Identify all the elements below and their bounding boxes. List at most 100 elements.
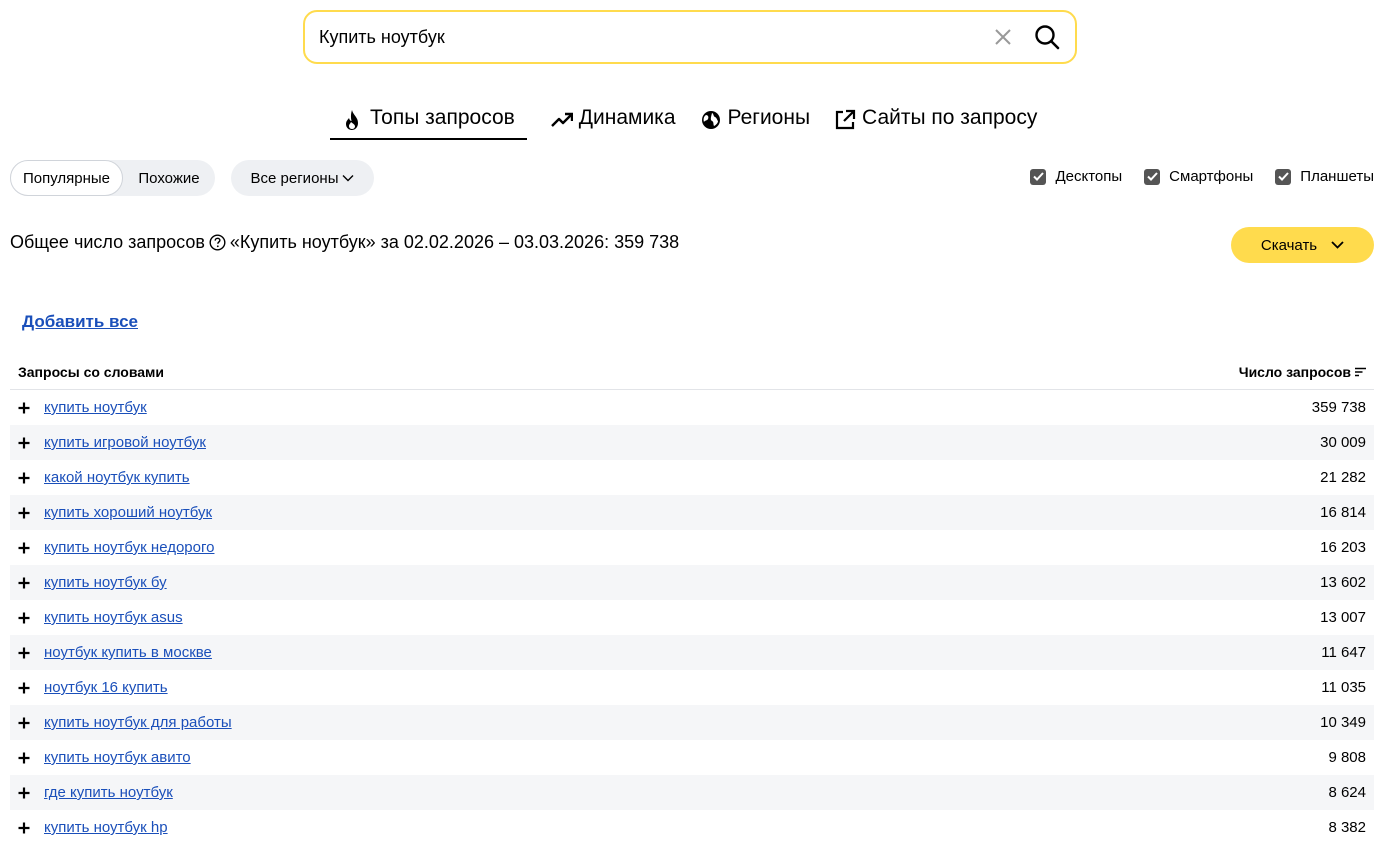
tab-label: Регионы bbox=[727, 106, 811, 129]
add-phrase-icon[interactable] bbox=[18, 612, 36, 624]
device-tablet[interactable]: Планшеты bbox=[1275, 168, 1374, 185]
mode-switch: Популярные Похожие bbox=[10, 160, 215, 196]
check-icon bbox=[1146, 172, 1158, 181]
phrase-count: 16 814 bbox=[1320, 504, 1366, 521]
checkbox[interactable] bbox=[1030, 168, 1047, 185]
add-phrase-icon[interactable] bbox=[18, 787, 36, 799]
add-all-link[interactable]: Добавить все bbox=[22, 312, 138, 332]
total-summary: Общее число запросов «Купить ноутбук» за… bbox=[10, 232, 679, 253]
phrase-count: 16 203 bbox=[1320, 539, 1366, 556]
phrase-count: 8 382 bbox=[1328, 819, 1366, 836]
seg-popular[interactable]: Популярные bbox=[10, 160, 123, 196]
add-phrase-icon[interactable] bbox=[18, 542, 36, 554]
tab-dynamics[interactable]: Динамика bbox=[550, 106, 676, 138]
table-row: ноутбук 16 купить 11 035 bbox=[10, 670, 1374, 705]
table-header: Запросы со словами Число запросов bbox=[10, 355, 1374, 390]
add-phrase-icon[interactable] bbox=[18, 822, 36, 834]
tabs: Топы запросов Динамика Регионы Сайты по … bbox=[330, 106, 1061, 140]
regions-dropdown[interactable]: Все регионы bbox=[231, 160, 374, 196]
add-phrase-icon[interactable] bbox=[18, 752, 36, 764]
table-row: купить ноутбук asus 13 007 bbox=[10, 600, 1374, 635]
regions-label: Все регионы bbox=[250, 169, 339, 187]
table-row: купить ноутбук hp 8 382 bbox=[10, 810, 1374, 845]
phrase-link[interactable]: купить ноутбук asus bbox=[44, 609, 183, 626]
phrase-count: 13 007 bbox=[1320, 609, 1366, 626]
phrase-count: 9 808 bbox=[1328, 749, 1366, 766]
col-phrase-header: Запросы со словами bbox=[18, 364, 165, 380]
external-link-icon bbox=[834, 109, 856, 131]
table-row: какой ноутбук купить 21 282 bbox=[10, 460, 1374, 495]
tab-label: Топы запросов bbox=[370, 106, 515, 129]
phrase-count: 8 624 bbox=[1328, 784, 1366, 801]
phrase-link[interactable]: купить ноутбук для работы bbox=[44, 714, 232, 731]
tab-regions[interactable]: Регионы bbox=[700, 106, 811, 138]
seg-similar[interactable]: Похожие bbox=[123, 160, 215, 196]
col-count-label: Число запросов bbox=[1238, 364, 1351, 380]
phrase-count: 21 282 bbox=[1320, 469, 1366, 486]
queries-table: Запросы со словами Число запросов купить… bbox=[10, 355, 1374, 845]
table-row: купить игровой ноутбук 30 009 bbox=[10, 425, 1374, 460]
add-phrase-icon[interactable] bbox=[18, 647, 36, 659]
tab-label: Сайты по запросу bbox=[862, 106, 1038, 129]
check-icon bbox=[1033, 172, 1044, 181]
phrase-link[interactable]: купить ноутбук hp bbox=[44, 819, 168, 836]
tab-label: Динамика bbox=[578, 106, 676, 129]
table-row: купить ноутбук недорого 16 203 bbox=[10, 530, 1374, 565]
device-label: Смартфоны bbox=[1169, 168, 1254, 185]
tab-top-queries[interactable]: Топы запросов bbox=[330, 106, 527, 140]
phrase-link[interactable]: купить ноутбук bbox=[44, 399, 147, 416]
table-row: купить ноутбук авито 9 808 bbox=[10, 740, 1374, 775]
device-desktop[interactable]: Десктопы bbox=[1030, 168, 1122, 185]
phrase-count: 13 602 bbox=[1320, 574, 1366, 591]
table-row: купить хороший ноутбук 16 814 bbox=[10, 495, 1374, 530]
phrase-count: 359 738 bbox=[1311, 399, 1366, 416]
phrase-count: 10 349 bbox=[1320, 714, 1366, 731]
phrase-link[interactable]: купить ноутбук недорого bbox=[44, 539, 214, 556]
total-text: «Купить ноутбук» за 02.02.2026 – 03.03.2… bbox=[229, 232, 680, 252]
tab-sites[interactable]: Сайты по запросу bbox=[834, 106, 1037, 138]
phrase-link[interactable]: какой ноутбук купить bbox=[44, 469, 190, 486]
fire-icon bbox=[342, 109, 364, 131]
add-phrase-icon[interactable] bbox=[18, 402, 36, 414]
search-box bbox=[303, 10, 1077, 64]
close-icon bbox=[995, 29, 1011, 45]
add-phrase-icon[interactable] bbox=[18, 472, 36, 484]
device-filters: Десктопы Смартфоны Планшеты bbox=[1008, 168, 1374, 185]
table-row: ноутбук купить в москве 11 647 bbox=[10, 635, 1374, 670]
chevron-down-icon bbox=[342, 175, 354, 182]
trend-icon bbox=[550, 109, 573, 131]
table-row: купить ноутбук бу 13 602 bbox=[10, 565, 1374, 600]
add-phrase-icon[interactable] bbox=[18, 717, 36, 729]
phrase-link[interactable]: где купить ноутбук bbox=[44, 784, 173, 801]
download-label: Скачать bbox=[1260, 236, 1318, 254]
add-phrase-icon[interactable] bbox=[18, 682, 36, 694]
col-count-header[interactable]: Число запросов bbox=[1239, 364, 1366, 380]
phrase-count: 30 009 bbox=[1320, 434, 1366, 451]
add-phrase-icon[interactable] bbox=[18, 577, 36, 589]
add-phrase-icon[interactable] bbox=[18, 437, 36, 449]
checkbox[interactable] bbox=[1144, 168, 1161, 185]
search-button[interactable] bbox=[1023, 17, 1071, 57]
device-smartphone[interactable]: Смартфоны bbox=[1144, 168, 1253, 185]
device-label: Десктопы bbox=[1055, 168, 1123, 185]
table-row: где купить ноутбук 8 624 bbox=[10, 775, 1374, 810]
add-phrase-icon[interactable] bbox=[18, 507, 36, 519]
table-row: купить ноутбук для работы 10 349 bbox=[10, 705, 1374, 740]
phrase-link[interactable]: купить хороший ноутбук bbox=[44, 504, 212, 521]
phrase-link[interactable]: купить ноутбук бу bbox=[44, 574, 167, 591]
phrase-link[interactable]: купить ноутбук авито bbox=[44, 749, 191, 766]
sort-icon bbox=[1355, 367, 1366, 377]
help-icon[interactable] bbox=[209, 234, 226, 251]
phrase-link[interactable]: ноутбук купить в москве bbox=[44, 644, 212, 661]
phrase-link[interactable]: ноутбук 16 купить bbox=[44, 679, 168, 696]
chevron-down-icon bbox=[1331, 241, 1344, 249]
checkbox[interactable] bbox=[1275, 168, 1292, 185]
search-icon bbox=[1035, 25, 1060, 50]
clear-button[interactable] bbox=[983, 17, 1023, 57]
download-button[interactable]: Скачать bbox=[1231, 227, 1374, 263]
check-icon bbox=[1278, 172, 1289, 181]
phrase-count: 11 647 bbox=[1321, 644, 1366, 661]
phrase-link[interactable]: купить игровой ноутбук bbox=[44, 434, 206, 451]
table-row: купить ноутбук 359 738 bbox=[10, 390, 1374, 425]
search-input[interactable] bbox=[305, 26, 983, 48]
